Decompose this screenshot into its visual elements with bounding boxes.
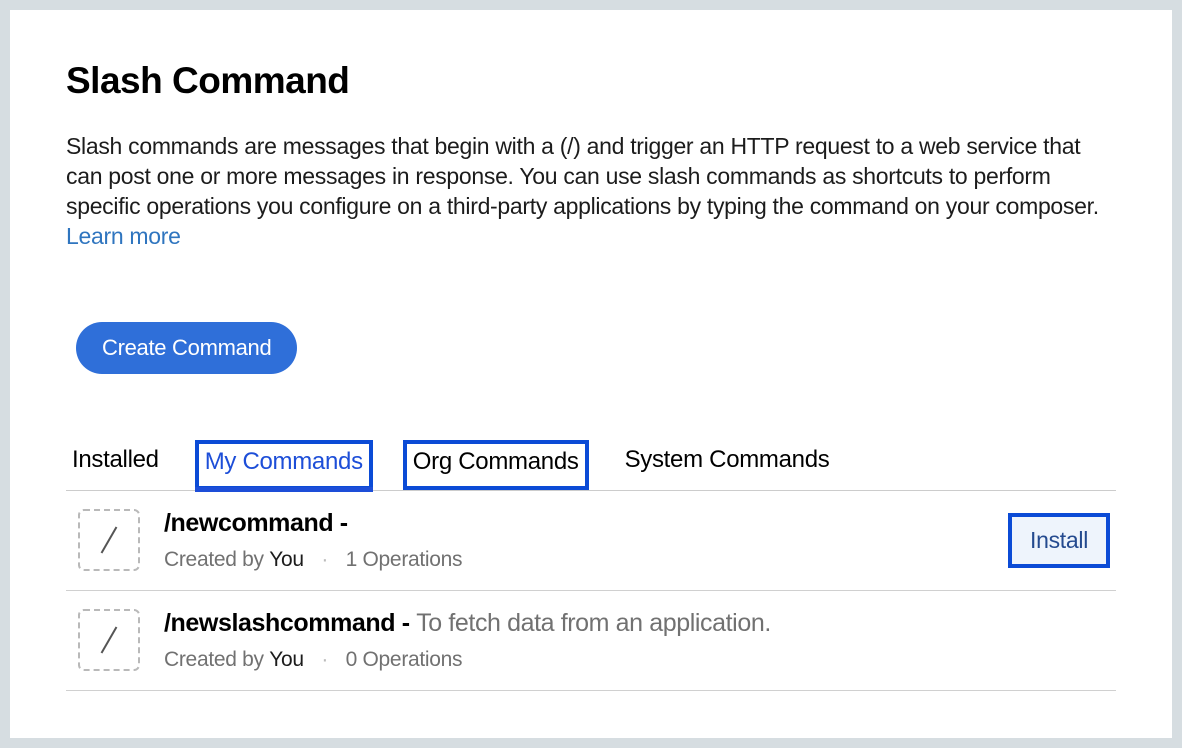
- slash-icon: [78, 509, 140, 571]
- install-button[interactable]: Install: [1008, 513, 1110, 568]
- commands-list: /newcommand - Created by You · 1 Operati…: [66, 491, 1116, 691]
- tab-my-commands[interactable]: My Commands: [195, 440, 373, 490]
- list-item[interactable]: /newcommand - Created by You · 1 Operati…: [66, 491, 1116, 591]
- learn-more-link[interactable]: Learn more: [66, 223, 181, 249]
- page-title: Slash Command: [66, 60, 1116, 102]
- command-description: To fetch data from an application.: [416, 609, 771, 637]
- slash-icon: [78, 609, 140, 671]
- tabs: Installed My Commands Org Commands Syste…: [66, 440, 1116, 491]
- command-meta: Created by You · 1 Operations: [164, 548, 984, 572]
- tab-system-commands[interactable]: System Commands: [619, 442, 836, 490]
- settings-panel: Slash Command Slash commands are message…: [10, 10, 1172, 738]
- description-text: Slash commands are messages that begin w…: [66, 133, 1099, 219]
- list-item-body: /newslashcommand - To fetch data from an…: [164, 609, 1116, 672]
- list-item[interactable]: /newslashcommand - To fetch data from an…: [66, 591, 1116, 691]
- command-name: /newslashcommand - To fetch data from an…: [164, 609, 1116, 638]
- command-meta: Created by You · 0 Operations: [164, 648, 1116, 672]
- tab-installed[interactable]: Installed: [66, 442, 165, 490]
- page-description: Slash commands are messages that begin w…: [66, 132, 1116, 252]
- command-name: /newcommand -: [164, 509, 984, 538]
- create-command-button[interactable]: Create Command: [76, 322, 297, 374]
- list-item-body: /newcommand - Created by You · 1 Operati…: [164, 509, 984, 572]
- tab-org-commands[interactable]: Org Commands: [403, 440, 589, 490]
